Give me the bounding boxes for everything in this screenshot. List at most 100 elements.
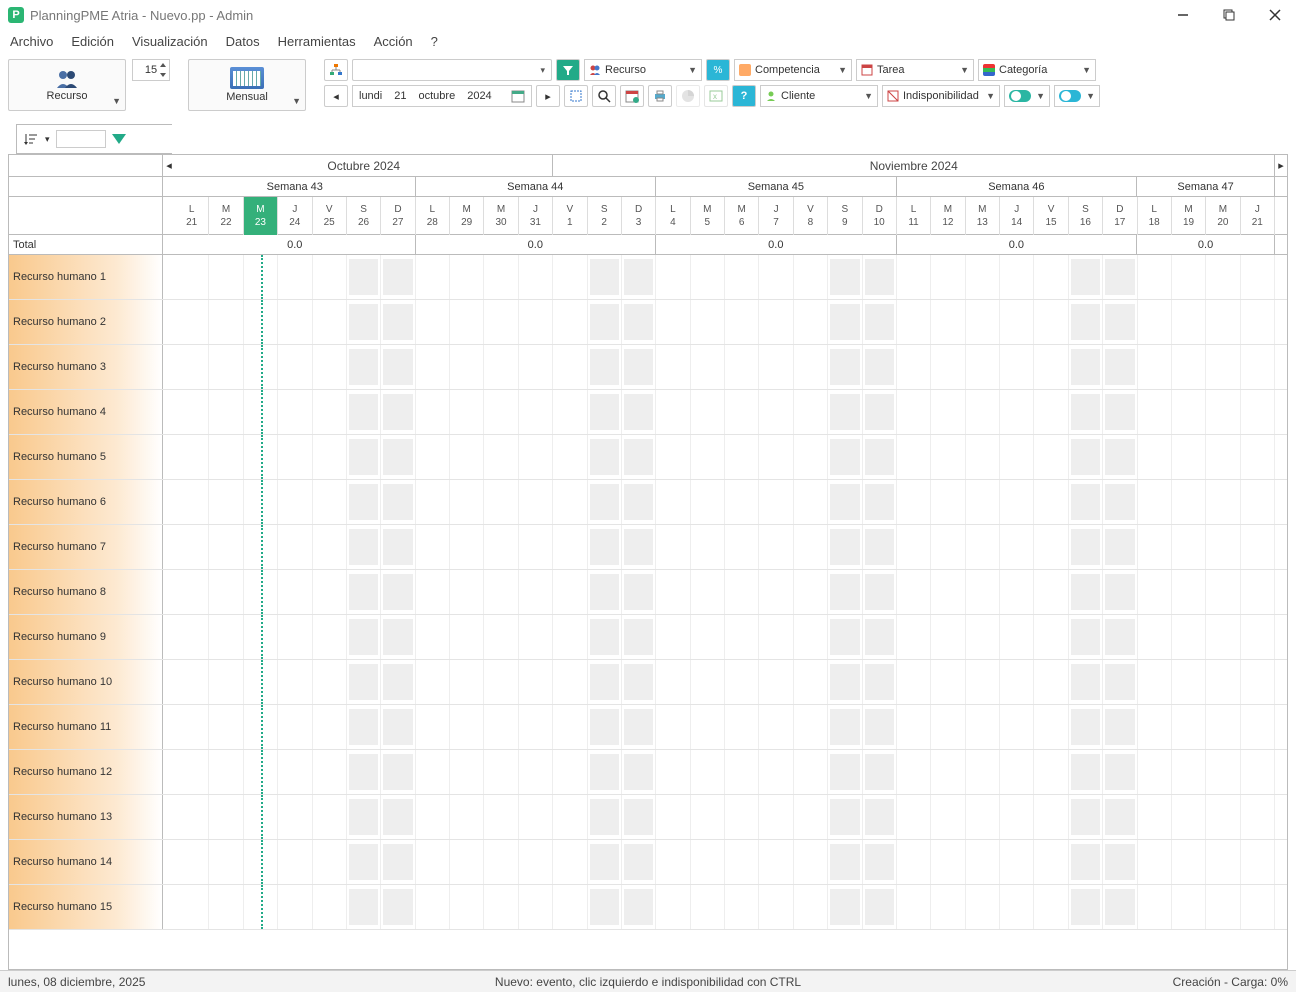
schedule-cell[interactable] (381, 525, 415, 569)
schedule-cell[interactable] (278, 615, 312, 659)
schedule-cell[interactable] (1206, 390, 1240, 434)
schedule-cell[interactable] (1069, 255, 1103, 299)
schedule-cell[interactable] (725, 705, 759, 749)
schedule-cell[interactable] (416, 435, 450, 479)
schedule-cell[interactable] (1172, 480, 1206, 524)
scroll-left-button[interactable]: ◂ (163, 155, 175, 176)
schedule-cell[interactable] (450, 390, 484, 434)
schedule-cell[interactable] (1241, 660, 1275, 704)
schedule-cell[interactable] (656, 435, 690, 479)
schedule-cell[interactable] (656, 570, 690, 614)
schedule-cell[interactable] (1172, 750, 1206, 794)
schedule-cell[interactable] (759, 345, 793, 389)
schedule-cell[interactable] (1069, 705, 1103, 749)
schedule-cell[interactable] (484, 525, 518, 569)
schedule-cell[interactable] (966, 885, 1000, 929)
day-header[interactable]: L18 (1138, 197, 1172, 235)
schedule-cell[interactable] (931, 660, 965, 704)
schedule-cell[interactable] (759, 615, 793, 659)
schedule-cell[interactable] (1000, 345, 1034, 389)
schedule-cell[interactable] (175, 795, 209, 839)
schedule-cell[interactable] (416, 705, 450, 749)
schedule-cell[interactable] (450, 615, 484, 659)
day-header[interactable]: S9 (828, 197, 862, 235)
schedule-cell[interactable] (278, 750, 312, 794)
schedule-cell[interactable] (1138, 255, 1172, 299)
schedule-cell[interactable] (1138, 615, 1172, 659)
resource-row[interactable]: Recurso humano 7 (9, 525, 1287, 570)
schedule-cell[interactable] (209, 300, 243, 344)
schedule-cell[interactable] (656, 300, 690, 344)
schedule-cell[interactable] (175, 480, 209, 524)
schedule-cell[interactable] (1069, 750, 1103, 794)
schedule-cell[interactable] (1034, 705, 1068, 749)
help-info-button[interactable]: ? (732, 85, 756, 107)
schedule-cell[interactable] (622, 345, 656, 389)
schedule-cell[interactable] (725, 525, 759, 569)
schedule-cell[interactable] (1069, 570, 1103, 614)
schedule-cell[interactable] (1241, 435, 1275, 479)
schedule-cell[interactable] (1172, 345, 1206, 389)
schedule-cell[interactable] (622, 390, 656, 434)
schedule-cell[interactable] (1034, 390, 1068, 434)
schedule-cell[interactable] (1241, 885, 1275, 929)
schedule-cell[interactable] (1103, 300, 1137, 344)
schedule-cell[interactable] (656, 480, 690, 524)
schedule-cell[interactable] (966, 705, 1000, 749)
schedule-cell[interactable] (1138, 345, 1172, 389)
dropdown-recurso[interactable]: Recurso▼ (584, 59, 702, 81)
schedule-cell[interactable] (759, 390, 793, 434)
resource-row[interactable]: Recurso humano 2 (9, 300, 1287, 345)
schedule-cell[interactable] (347, 840, 381, 884)
schedule-cell[interactable] (450, 570, 484, 614)
schedule-cell[interactable] (931, 705, 965, 749)
schedule-cell[interactable] (553, 795, 587, 839)
schedule-cell[interactable] (484, 705, 518, 749)
schedule-cell[interactable] (381, 750, 415, 794)
schedule-cell[interactable] (622, 300, 656, 344)
schedule-cell[interactable] (1069, 525, 1103, 569)
resource-row[interactable]: Recurso humano 10 (9, 660, 1287, 705)
schedule-cell[interactable] (416, 615, 450, 659)
schedule-cell[interactable] (1069, 345, 1103, 389)
schedule-cell[interactable] (519, 840, 553, 884)
schedule-cell[interactable] (622, 525, 656, 569)
schedule-cell[interactable] (622, 750, 656, 794)
schedule-cell[interactable] (347, 480, 381, 524)
schedule-cell[interactable] (519, 435, 553, 479)
schedule-cell[interactable] (863, 795, 897, 839)
schedule-cell[interactable] (759, 750, 793, 794)
schedule-cell[interactable] (519, 795, 553, 839)
schedule-cell[interactable] (931, 570, 965, 614)
maximize-button[interactable] (1216, 2, 1242, 28)
schedule-cell[interactable] (175, 300, 209, 344)
day-header[interactable]: M29 (450, 197, 484, 235)
schedule-cell[interactable] (794, 255, 828, 299)
schedule-cell[interactable] (588, 750, 622, 794)
schedule-cell[interactable] (278, 885, 312, 929)
schedule-cell[interactable] (450, 345, 484, 389)
schedule-cell[interactable] (1206, 885, 1240, 929)
schedule-cell[interactable] (1172, 570, 1206, 614)
schedule-cell[interactable] (484, 840, 518, 884)
schedule-cell[interactable] (588, 660, 622, 704)
schedule-cell[interactable] (1138, 525, 1172, 569)
schedule-cell[interactable] (416, 390, 450, 434)
schedule-cell[interactable] (1172, 885, 1206, 929)
schedule-cell[interactable] (794, 525, 828, 569)
schedule-cell[interactable] (759, 480, 793, 524)
schedule-cell[interactable] (553, 660, 587, 704)
day-header[interactable]: S2 (588, 197, 622, 235)
schedule-cell[interactable] (209, 750, 243, 794)
day-header[interactable]: J14 (1000, 197, 1034, 235)
schedule-cell[interactable] (725, 435, 759, 479)
schedule-cell[interactable] (175, 435, 209, 479)
schedule-cell[interactable] (931, 615, 965, 659)
schedule-cell[interactable] (1103, 840, 1137, 884)
schedule-cell[interactable] (966, 390, 1000, 434)
schedule-cell[interactable] (931, 345, 965, 389)
schedule-cell[interactable] (347, 300, 381, 344)
schedule-cell[interactable] (175, 885, 209, 929)
schedule-cell[interactable] (656, 390, 690, 434)
schedule-cell[interactable] (347, 750, 381, 794)
